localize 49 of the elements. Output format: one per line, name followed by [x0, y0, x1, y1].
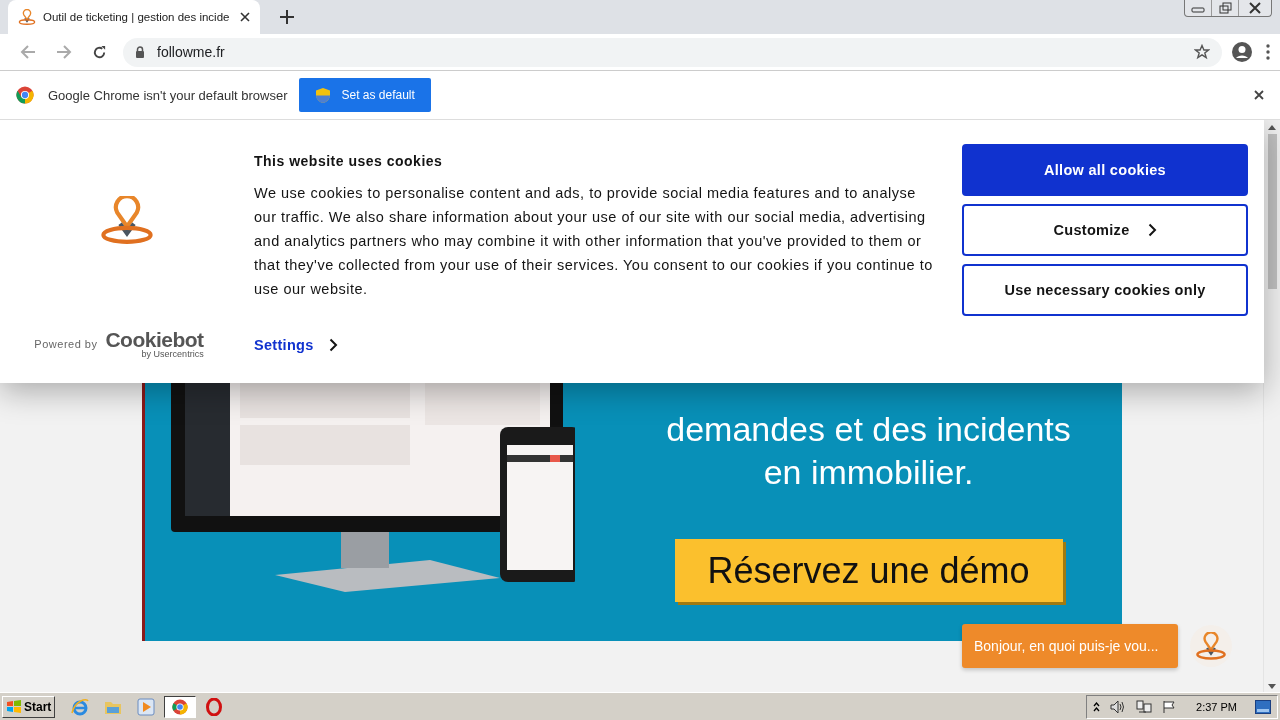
chevron-right-icon [1147, 223, 1157, 237]
scroll-down-icon[interactable] [1268, 684, 1276, 689]
tab-title: Outil de ticketing | gestion des incide [43, 11, 231, 23]
network-icon[interactable] [1136, 699, 1153, 714]
cookie-title: This website uses cookies [254, 153, 444, 169]
infobar-message: Google Chrome isn't your default browser [48, 87, 288, 103]
start-button[interactable]: Start [2, 695, 56, 718]
cookie-consent-button[interactable]: Allow all cookies [962, 144, 1248, 196]
chrome-logo-icon [16, 86, 34, 104]
cookie-description: We use cookies to personalise content and ads, to provide social media features and to analyse our traffic. We also share information about your use of our site with our social media, advertising and analytics partners who may combine it with other information that you've provided to them or that they've collected from your use of their services. You consent to our cookies if you continue to use our website. [254, 184, 934, 299]
account-icon[interactable] [1232, 42, 1252, 62]
speaker-icon[interactable] [1110, 699, 1127, 714]
windows-logo-icon [6, 699, 22, 714]
browser-tab[interactable]: Outil de ticketing | gestion des incide [8, 0, 260, 34]
close-icon[interactable] [240, 12, 250, 22]
shield-icon [315, 86, 332, 104]
scrollbar-thumb[interactable] [1267, 134, 1277, 289]
lock-icon [135, 46, 145, 58]
chrome-icon [172, 698, 189, 715]
new-tab-icon[interactable] [280, 10, 294, 24]
close-icon[interactable] [1254, 90, 1264, 100]
settings-link[interactable]: Settings [254, 337, 338, 353]
pin-logo-icon [99, 196, 155, 246]
star-icon[interactable] [1194, 44, 1210, 60]
book-demo-button[interactable]: Réservez une démo [674, 539, 1063, 602]
opera-icon [206, 697, 223, 716]
clock[interactable]: 2:37 PM [1196, 700, 1237, 713]
menu-icon[interactable] [1266, 44, 1270, 60]
powered-by-text: Powered by [34, 338, 98, 350]
set-default-button[interactable]: Set as default [299, 78, 431, 112]
chat-avatar[interactable] [1190, 625, 1232, 667]
chevron-up-icon[interactable] [1093, 701, 1101, 712]
show-desktop-icon[interactable] [1255, 699, 1271, 714]
media-player-icon [137, 697, 156, 716]
cookie-consent-button[interactable]: Use necessary cookies only [962, 264, 1248, 316]
ie-icon [71, 697, 90, 716]
pin-logo-icon [1195, 631, 1227, 661]
cookiebot-logo[interactable]: Cookiebot by Usercentrics [105, 329, 204, 359]
chevron-right-icon [328, 338, 338, 352]
address-bar[interactable]: followme.fr [123, 37, 1222, 67]
tab-favicon-icon [18, 8, 36, 26]
flag-icon[interactable] [1162, 699, 1177, 714]
hero-headline: demandes et des incidents [666, 409, 1071, 450]
hero-headline: en immobilier. [763, 452, 974, 493]
url-text: followme.fr [157, 44, 226, 60]
taskbar-app-button[interactable] [164, 695, 197, 718]
scroll-up-icon[interactable] [1268, 125, 1276, 130]
cookie-consent-button[interactable]: Customize [962, 204, 1248, 256]
reload-icon[interactable] [92, 44, 107, 60]
